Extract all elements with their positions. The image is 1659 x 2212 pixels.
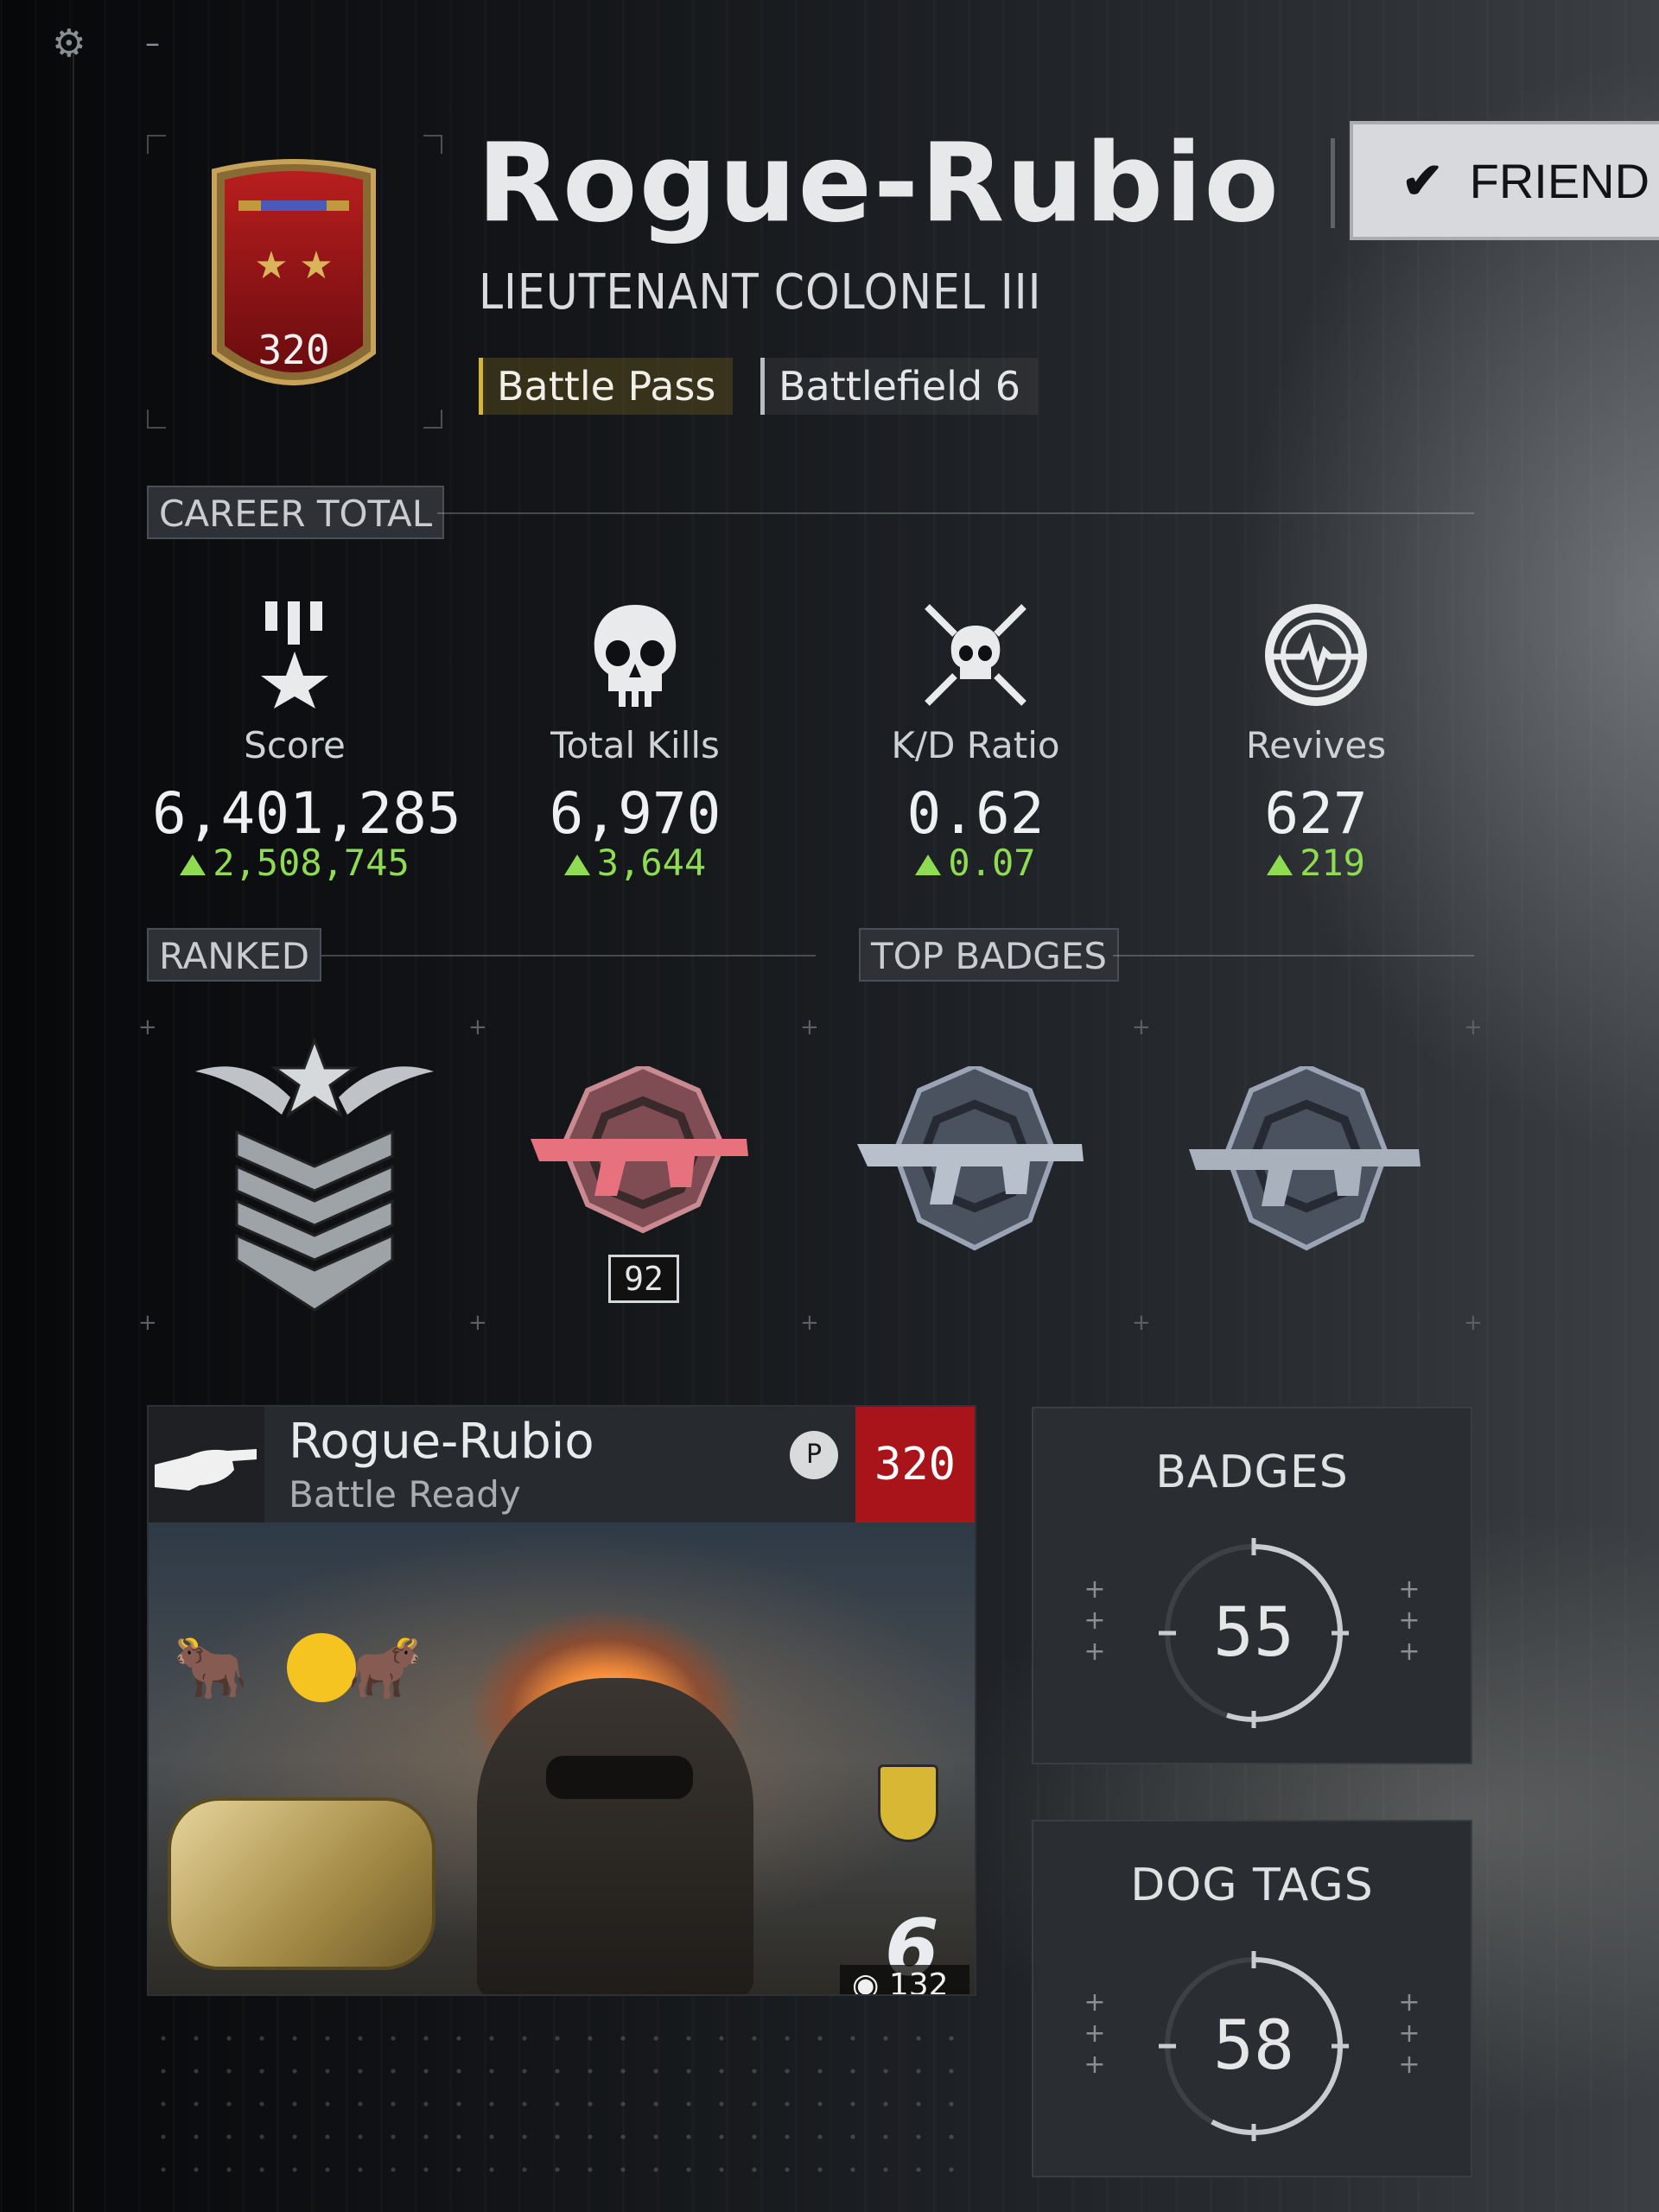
playstation-icon: P: [790, 1431, 838, 1479]
stat-value: 6,401,285: [152, 780, 461, 847]
medal-icon: [261, 601, 328, 709]
badge-count: 92: [608, 1255, 679, 1303]
stat-value: 6,970: [549, 780, 721, 847]
tag-battlefield: Battlefield 6: [760, 358, 1039, 415]
card-rank: 320: [855, 1407, 975, 1522]
section-ranked: RANKED: [147, 928, 322, 982]
grid-plus: +: [1464, 1014, 1483, 1040]
tag-battle-pass: Battle Pass: [479, 358, 734, 415]
card-player-name: Rogue-Rubio: [289, 1414, 594, 1470]
grid-plus: +: [1132, 1014, 1151, 1040]
grid-plus: + + +: [1084, 1574, 1106, 1667]
grid-plus: + + +: [1398, 1987, 1421, 2080]
dog-tags-panel[interactable]: DOG TAGS + + + + + + 58: [1032, 1820, 1472, 2177]
section-rule: [321, 955, 816, 957]
badges-ring: 55: [1154, 1533, 1354, 1733]
stat-label: Revives: [1245, 724, 1387, 766]
minimize-button[interactable]: –: [145, 26, 160, 60]
stat-delta: 0.07: [833, 844, 1118, 882]
gear-icon[interactable]: ⚙: [52, 22, 95, 66]
grid-plus: +: [468, 1310, 487, 1336]
stat-revives: Revives 627 219: [1173, 601, 1459, 882]
dog-tag-image: [168, 1797, 435, 1970]
section-top-badges: TOP BADGES: [859, 928, 1120, 982]
dog-tags-count: 58: [1213, 2007, 1294, 2085]
hand-gesture-icon: [149, 1407, 264, 1522]
sponsor-logo-sun: [287, 1633, 356, 1702]
rifle-badge-silver-icon: [857, 1066, 1084, 1251]
rank-level: 320: [257, 327, 330, 373]
panel-title: BADGES: [1155, 1446, 1349, 1498]
coin-value: 132: [888, 1967, 949, 1996]
grid-plus: + + +: [1398, 1574, 1421, 1667]
panel-title: DOG TAGS: [1130, 1859, 1374, 1911]
svg-text:★: ★: [254, 244, 288, 288]
rifle-badge-red-icon: [531, 1066, 748, 1234]
grid-plus: +: [800, 1014, 819, 1040]
section-rule: [437, 512, 1474, 514]
stat-delta: 219: [1173, 844, 1459, 882]
soldier-visor: [546, 1756, 693, 1799]
stat-label: Total Kills: [550, 724, 720, 766]
section-career-total: CAREER TOTAL: [147, 486, 445, 539]
grid-plus: +: [800, 1310, 819, 1336]
check-icon: ✔: [1402, 153, 1444, 209]
badges-panel[interactable]: BADGES + + + + + + 55: [1032, 1407, 1472, 1764]
grid-plus: + + +: [1084, 1987, 1106, 2080]
friend-button[interactable]: ✔ FRIEND: [1350, 121, 1659, 240]
player-card[interactable]: Rogue-Rubio Battle Ready P 320 🐂 🐂 6 ◉ 1…: [147, 1405, 976, 1996]
dog-tags-ring: 58: [1154, 1946, 1354, 2146]
grid-plus: +: [1464, 1310, 1483, 1336]
rank-title: LIEUTENANT COLONEL III: [479, 264, 1042, 321]
friend-label: FRIEND: [1469, 153, 1650, 208]
card-header: Rogue-Rubio Battle Ready: [149, 1407, 975, 1522]
stat-kd-ratio: K/D Ratio 0.62 0.07: [833, 601, 1118, 882]
stat-value: 0.62: [906, 780, 1045, 847]
grid-plus: +: [138, 1310, 157, 1336]
squad-emblem-icon: [878, 1764, 938, 1842]
stat-value: 627: [1264, 780, 1368, 847]
ranked-chevron-icon: [195, 1037, 434, 1312]
title-separator: [1331, 138, 1335, 228]
stat-delta: 2,508,745: [152, 844, 437, 882]
section-rule: [1113, 955, 1474, 957]
rank-emblem-icon: ★ ★: [212, 159, 376, 385]
stat-label: K/D Ratio: [891, 724, 1060, 766]
grid-plus: +: [138, 1014, 157, 1040]
card-artwork: 🐂 🐂 6 ◉ 132: [149, 1522, 975, 1996]
card-status: Battle Ready: [289, 1473, 521, 1516]
grid-plus: +: [1132, 1310, 1151, 1336]
stat-total-kills: Total Kills 6,970 3,644: [493, 601, 778, 882]
grid-plus: +: [468, 1014, 487, 1040]
player-name: Rogue-Rubio: [477, 119, 1281, 246]
stat-delta: 3,644: [493, 844, 778, 882]
skull-icon: [594, 605, 677, 707]
dot-grid: [147, 2022, 976, 2195]
bull-icon: 🐂: [347, 1632, 423, 1703]
left-divider: [73, 52, 74, 2212]
stat-score: Score 6,401,285 2,508,745: [152, 601, 461, 882]
badges-count: 55: [1213, 1594, 1294, 1672]
svg-text:★: ★: [299, 244, 333, 288]
coin-count: ◉ 132: [840, 1965, 969, 1996]
crossed-skull-icon: [925, 604, 1027, 706]
stat-label: Score: [244, 724, 346, 766]
revive-icon: [1265, 604, 1367, 706]
soldier-image: [477, 1678, 753, 1994]
rifle-badge-silver-icon: [1189, 1066, 1421, 1251]
bull-icon: 🐂: [173, 1632, 249, 1703]
